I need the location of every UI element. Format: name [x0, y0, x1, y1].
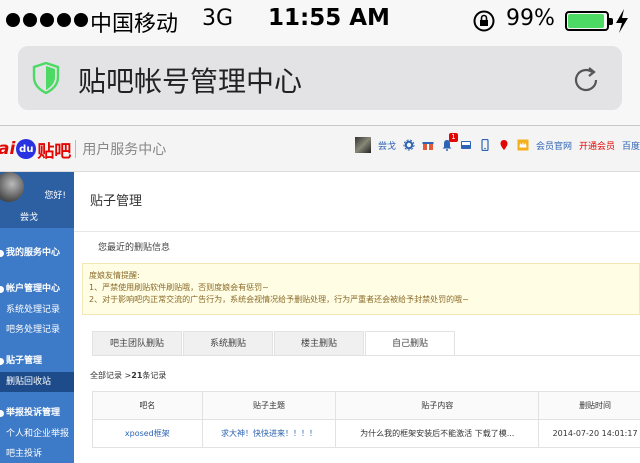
- table-row: xposed框架 求大神！快快进来！！！！ 为什么我的框架安装后不能激活 下载了…: [92, 419, 640, 448]
- tab-system-deleted[interactable]: 系统删贴: [183, 331, 273, 355]
- open-vip-link[interactable]: 开通会员: [579, 139, 615, 152]
- avatar[interactable]: [0, 172, 24, 202]
- tab-op-deleted[interactable]: 楼主删贴: [274, 331, 364, 355]
- browser-address-bar: 贴吧帐号管理中心: [0, 40, 640, 126]
- gift-icon[interactable]: [422, 139, 434, 151]
- signal-strength-icon: [6, 13, 88, 27]
- deletion-tabs: 吧主团队删贴 系统删贴 楼主删贴 自己删贴: [92, 331, 456, 355]
- vip-crown-icon[interactable]: [517, 139, 529, 151]
- clock: 11:55 AM: [268, 5, 390, 31]
- notice-box: 度娘友情提醒: 1、严禁使用刷贴软件刷贴哦，否则度娘会有惩罚~ 2、对于影响吧内…: [82, 263, 640, 315]
- reload-icon[interactable]: [570, 64, 602, 96]
- column-header-post-content: 贴子内容: [335, 391, 540, 420]
- sidebar-section-post-management[interactable]: 贴子管理: [0, 350, 74, 372]
- site-header: ai du 贴吧 用户服务中心 尝戈 1 会员官网 开通会员 百度: [0, 126, 640, 172]
- notice-line-1: 1、严禁使用刷贴软件刷贴哦，否则度娘会有惩罚~: [89, 283, 269, 292]
- column-header-delete-time: 删贴时间: [538, 391, 640, 420]
- tab-self-deleted[interactable]: 自己删贴: [365, 331, 455, 355]
- top-nav: 尝戈 1 会员官网 开通会员 百度: [354, 133, 640, 156]
- vip-site-link[interactable]: 会员官网: [536, 139, 572, 152]
- main-content: 贴子管理 您最近的删贴信息 度娘友情提醒: 1、严禁使用刷贴软件刷贴哦，否则度娘…: [74, 172, 640, 463]
- cell-post-title[interactable]: 求大神！快快进来！！！！: [201, 419, 337, 448]
- page-title-in-address-bar: 贴吧帐号管理中心: [78, 65, 303, 98]
- sidebar-item-owner-complaint[interactable]: 吧主投诉: [0, 444, 74, 463]
- sidebar-section-my-service[interactable]: 我的服务中心: [0, 242, 74, 264]
- column-header-bar-name: 吧名: [92, 391, 203, 420]
- recent-deletions-label: 您最近的删贴信息: [98, 243, 171, 253]
- carrier-name: 中国移动: [90, 12, 179, 37]
- sidebar-item-personal-report[interactable]: 个人和企业举报: [0, 424, 74, 444]
- sidebar-item-system-records[interactable]: 系统处理记录: [0, 300, 74, 320]
- table-header-row: 吧名 贴子主题 贴子内容 删贴时间: [92, 391, 640, 420]
- rotation-lock-icon: [473, 10, 495, 32]
- cell-delete-time: 2014-07-20 14:01:17: [538, 419, 640, 448]
- greeting: 您好!: [44, 191, 66, 201]
- tab-team-deleted[interactable]: 吧主团队删贴: [92, 331, 182, 355]
- notice-line-2: 2、对于影响吧内正常交流的广告行为，系统会视情况给予删贴处理，行为严重者还会被给…: [89, 295, 469, 304]
- sidebar-username[interactable]: 尝戈: [20, 210, 38, 223]
- cell-bar-name[interactable]: xposed框架: [92, 419, 203, 448]
- battery-icon: [565, 11, 613, 31]
- mobile-phone-icon[interactable]: [479, 139, 491, 151]
- column-header-post-title: 贴子主题: [201, 391, 337, 420]
- page-title: 贴子管理: [74, 172, 640, 232]
- sidebar-section-account[interactable]: 帐户管理中心: [0, 278, 74, 300]
- network-type: 3G: [202, 6, 234, 31]
- screen: 中国移动 3G 11:55 AM 99% 贴吧帐号管理中心 i du 贴吧 用户…: [0, 0, 640, 463]
- location-pin-icon[interactable]: [498, 139, 510, 151]
- secure-shield-icon: [32, 62, 60, 94]
- url-field[interactable]: 贴吧帐号管理中心: [18, 46, 622, 110]
- notice-heading: 度娘友情提醒:: [89, 271, 140, 280]
- baidu-tieba-logo[interactable]: ai du 贴吧 用户服务中心: [0, 132, 166, 166]
- record-count: 全部记录 >21条记录: [90, 371, 167, 380]
- notification-bell-icon[interactable]: 1: [441, 133, 458, 151]
- charging-bolt-icon: [616, 9, 628, 33]
- sidebar-item-recycle-bin[interactable]: 删贴回收站: [0, 372, 74, 392]
- status-bar: 中国移动 3G 11:55 AM 99%: [0, 0, 640, 40]
- sidebar-user-panel: 您好! 尝戈: [0, 172, 74, 228]
- settings-gear-icon[interactable]: [403, 139, 415, 151]
- sidebar-item-bar-records[interactable]: 吧务处理记录: [0, 320, 74, 340]
- site-subtitle: 用户服务中心: [82, 142, 167, 158]
- username-link[interactable]: 尝戈: [378, 139, 396, 152]
- user-avatar-small[interactable]: [354, 137, 371, 153]
- sidebar-section-report[interactable]: 举报投诉管理: [0, 402, 74, 424]
- deleted-posts-table: 吧名 贴子主题 贴子内容 删贴时间 xposed框架 求大神！快快进来！！！！ …: [92, 391, 640, 448]
- cell-post-content: 为什么我的框架安装后不能激活 下载了模...: [335, 419, 540, 448]
- baidu-home-link[interactable]: 百度: [622, 139, 640, 152]
- record-count-value: 21: [131, 371, 143, 380]
- sidebar: 您好! 尝戈 我的服务中心 帐户管理中心 系统处理记录 吧务处理记录 贴子管理 …: [0, 172, 74, 463]
- message-box-icon[interactable]: [460, 139, 472, 151]
- baidu-paw-icon: du: [16, 139, 37, 159]
- battery-percentage: 99%: [506, 6, 555, 31]
- notification-badge: 1: [448, 133, 458, 142]
